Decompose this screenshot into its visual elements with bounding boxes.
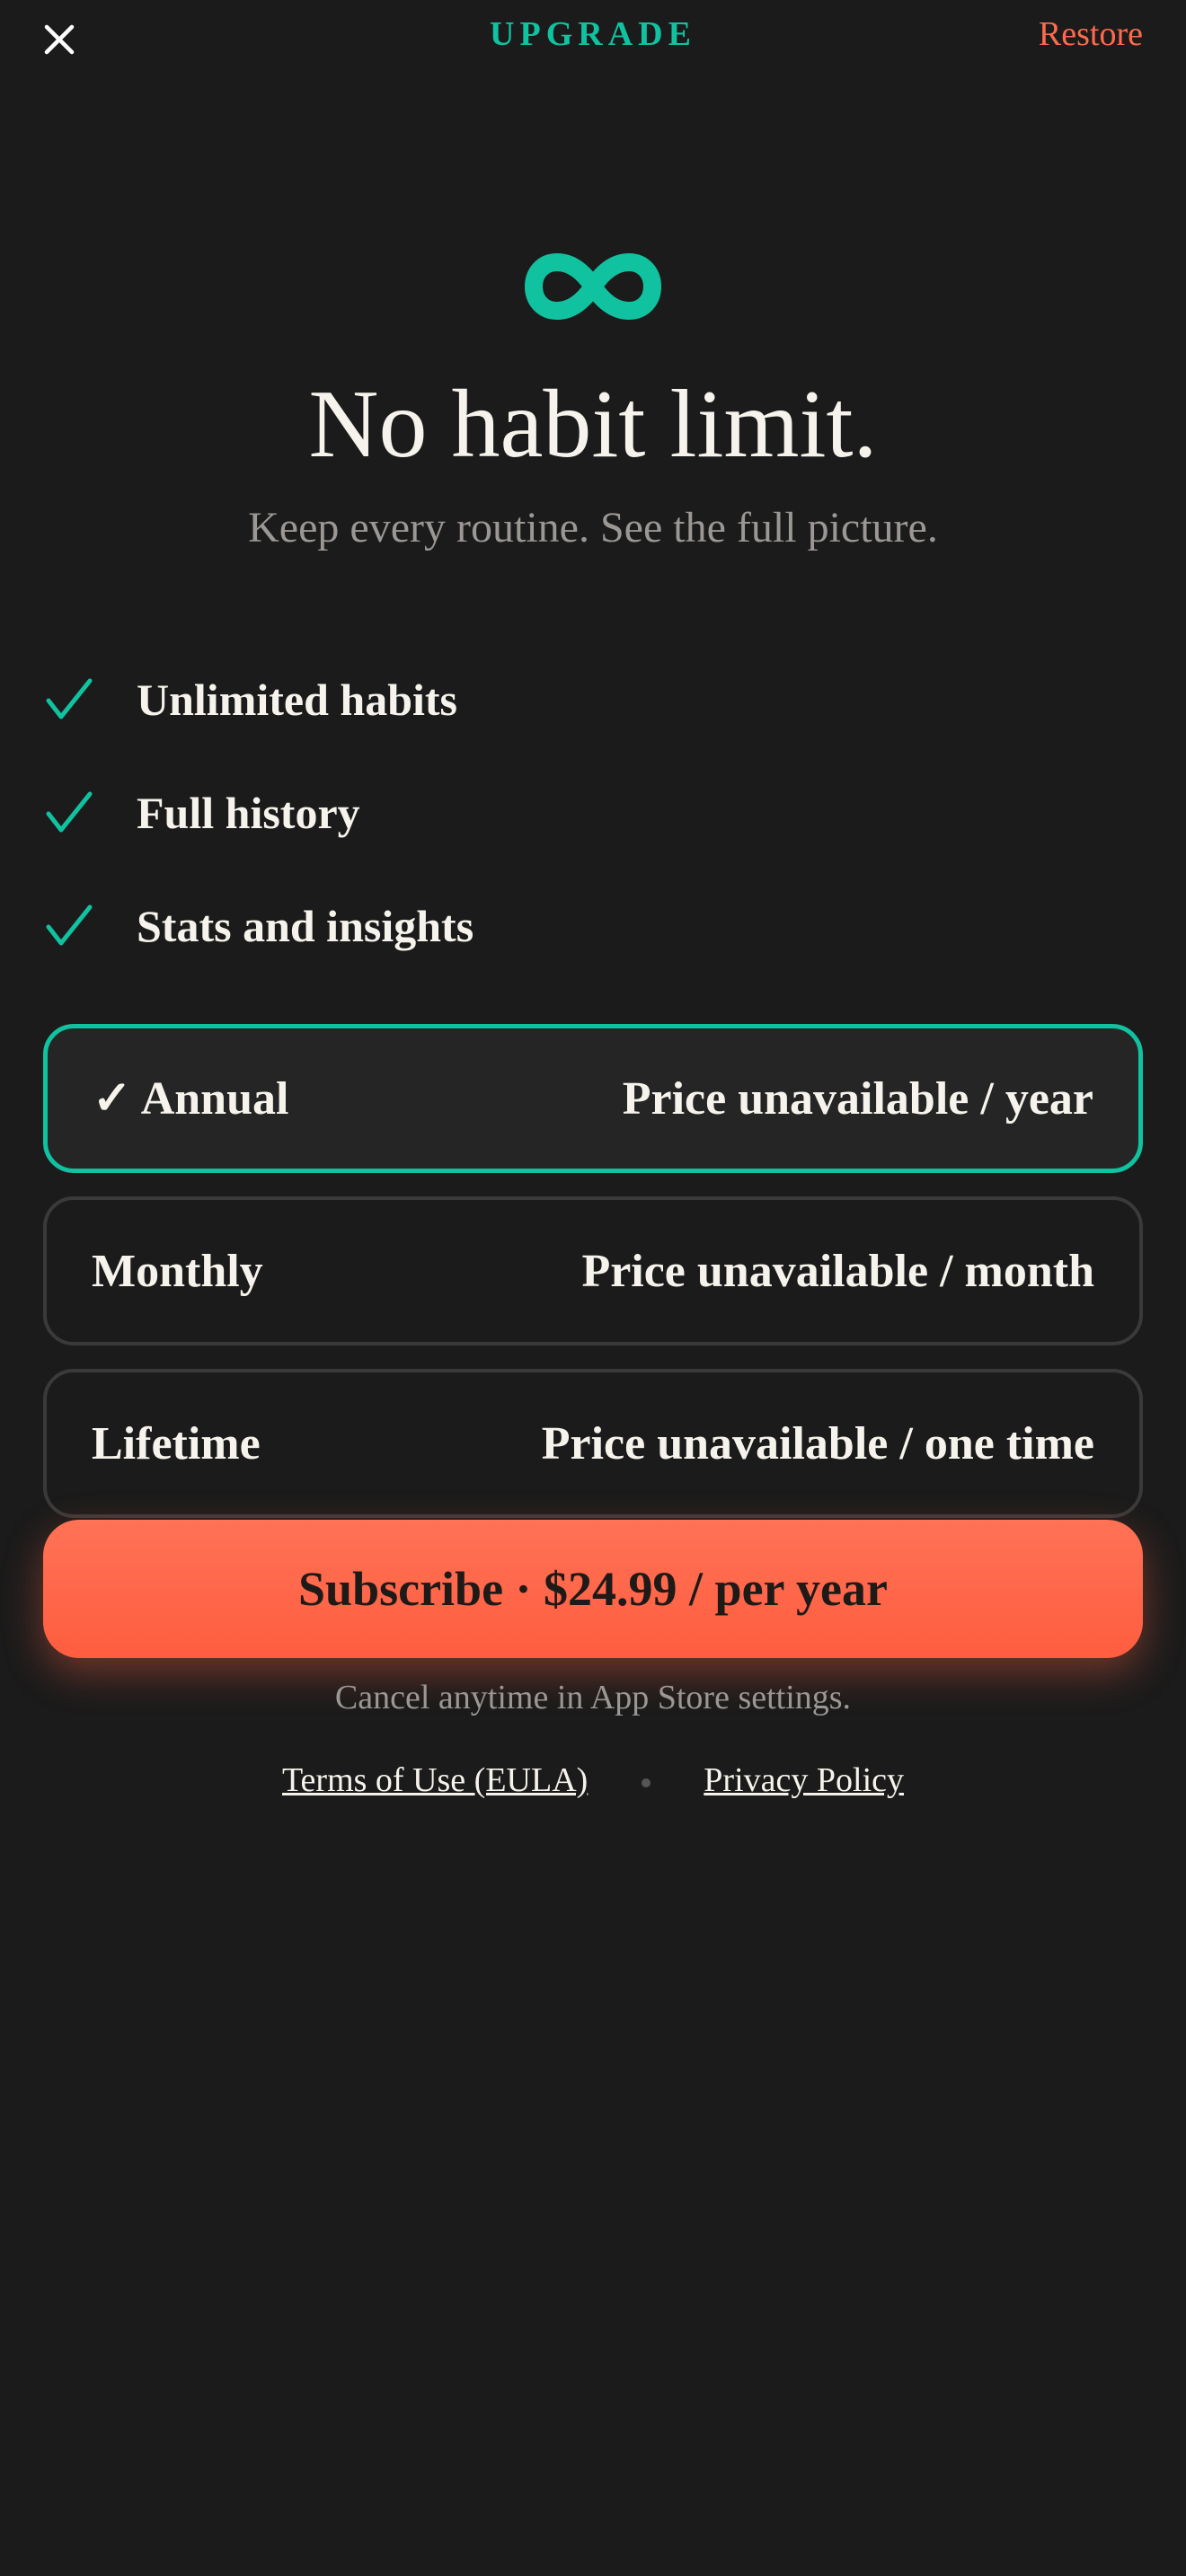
terms-link[interactable]: Terms of Use (EULA) <box>282 1761 588 1799</box>
subscribe-button[interactable]: Subscribe · $24.99 / per year <box>43 1520 1143 1658</box>
plan-option-monthly[interactable]: Monthly Price unavailable / month <box>43 1196 1143 1345</box>
page-title: UPGRADE <box>490 15 696 53</box>
cancel-note: Cancel anytime in App Store settings. <box>334 1679 852 1716</box>
plan-option-annual[interactable]: ✓ Annual Price unavailable / year <box>43 1024 1143 1173</box>
plan-price: Price unavailable / month <box>581 1245 1094 1297</box>
plan-name: Monthly <box>92 1245 263 1297</box>
headline: No habit limit. <box>308 371 878 478</box>
restore-button[interactable]: Restore <box>1039 14 1143 54</box>
separator-dot <box>641 1778 651 1788</box>
privacy-link[interactable]: Privacy Policy <box>704 1761 904 1799</box>
infinity-icon <box>525 253 661 320</box>
feature-label: Full history <box>137 788 360 838</box>
plan-name: ✓ Annual <box>93 1073 289 1125</box>
plan-price: Price unavailable / one time <box>541 1417 1094 1469</box>
checkmark-icon <box>46 678 93 719</box>
subheadline: Keep every routine. See the full picture… <box>248 504 938 551</box>
feature-label: Stats and insights <box>137 901 474 951</box>
feature-item: Unlimited habits <box>45 643 1141 756</box>
feature-item: Full history <box>45 756 1141 869</box>
plan-price: Price unavailable / year <box>622 1072 1093 1125</box>
checkmark-icon <box>46 904 93 946</box>
feature-item: Stats and insights <box>45 869 1141 983</box>
subscribe-label: Subscribe · $24.99 / per year <box>298 1562 888 1616</box>
top-bar: UPGRADE Restore <box>0 0 1186 75</box>
checkmark-icon <box>46 791 93 833</box>
feature-list: Unlimited habits Full history Stats and … <box>45 643 1141 983</box>
legal-links: Terms of Use (EULA) Privacy Policy <box>0 1760 1186 1800</box>
feature-label: Unlimited habits <box>137 675 458 725</box>
plan-name: Lifetime <box>92 1417 261 1469</box>
plan-option-lifetime[interactable]: Lifetime Price unavailable / one time <box>43 1369 1143 1518</box>
plan-list: ✓ Annual Price unavailable / year Monthl… <box>43 1024 1143 1541</box>
